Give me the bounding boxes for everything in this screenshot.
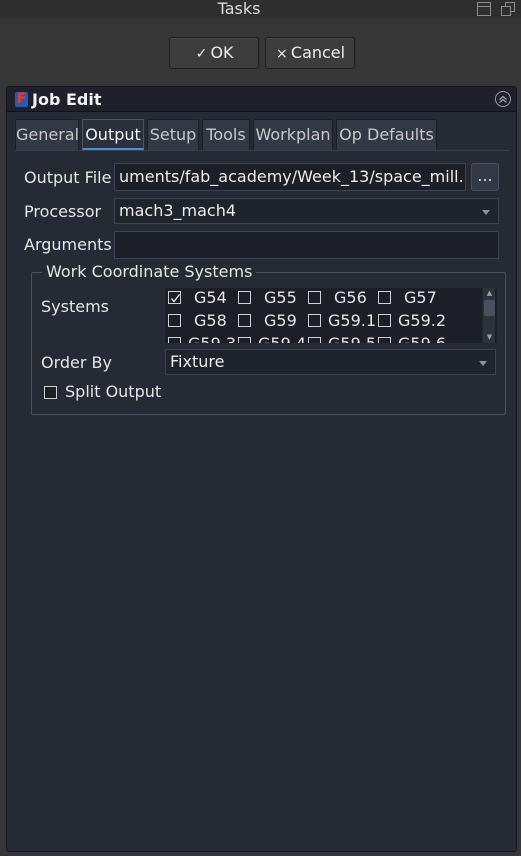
arguments-input[interactable]	[114, 231, 499, 259]
checkbox-g59-5[interactable]	[308, 337, 321, 343]
checkbox-label: G56	[334, 288, 367, 307]
checkbox-label: G57	[404, 288, 437, 307]
float-icon[interactable]	[500, 1, 516, 17]
output-file-input[interactable]: uments/fab_academy/Week_13/space_mill.nc	[114, 163, 466, 191]
tab-workplan[interactable]: Workplan	[253, 119, 333, 150]
panel-header: F Job Edit	[7, 87, 516, 112]
window-title-bar: Tasks	[0, 0, 521, 18]
checkbox-g59-3[interactable]	[168, 337, 181, 343]
scroll-up-icon[interactable]: ▲	[484, 288, 495, 298]
checkbox-label: G59.4	[258, 335, 306, 344]
output-file-label: Output File	[24, 168, 112, 187]
wcs-group-title: Work Coordinate Systems	[42, 263, 257, 281]
ok-button[interactable]: ✓ OK	[169, 37, 259, 69]
order-by-value: Fixture	[170, 352, 225, 371]
processor-value: mach3_mach4	[119, 201, 237, 220]
checkbox-g59[interactable]	[238, 314, 251, 327]
systems-scrollbar[interactable]: ▲ ▼	[482, 288, 495, 343]
checkbox-label: G54	[194, 288, 227, 307]
checkbox-label: G59.5	[328, 335, 376, 344]
window-title: Tasks	[217, 0, 261, 18]
checkbox-g59-2[interactable]	[378, 314, 391, 327]
split-output-label: Split Output	[65, 382, 162, 401]
browse-button[interactable]: ...	[471, 163, 499, 191]
output-tab-content: Output File uments/fab_academy/Week_13/s…	[15, 150, 509, 847]
job-edit-panel: F Job Edit General Output Setup Tools Wo…	[6, 86, 517, 852]
restore-icon[interactable]	[476, 1, 492, 17]
checkbox-label: G59.1	[328, 311, 377, 330]
checkbox-g59-1[interactable]	[308, 314, 321, 327]
order-by-combobox[interactable]: Fixture	[165, 349, 496, 375]
arguments-label: Arguments	[24, 235, 112, 254]
tab-general[interactable]: General	[15, 119, 79, 150]
wcs-groupbox: Work Coordinate Systems Systems G54 G55 …	[31, 263, 506, 415]
double-chevron-up-icon[interactable]	[494, 90, 512, 108]
panel-title: Job Edit	[32, 90, 102, 109]
cancel-label: Cancel	[290, 43, 346, 62]
x-icon: ×	[276, 46, 288, 62]
checkbox-g58[interactable]	[168, 314, 181, 327]
scroll-thumb[interactable]	[484, 300, 495, 316]
checkbox-g55[interactable]	[238, 291, 251, 304]
tab-setup[interactable]: Setup	[147, 119, 199, 150]
checkbox-g59-6[interactable]	[378, 337, 391, 343]
checkbox-label: G55	[264, 288, 297, 307]
checkbox-g59-4[interactable]	[238, 337, 251, 343]
checkbox-label: G59.6	[398, 335, 446, 344]
order-by-label: Order By	[41, 353, 112, 372]
systems-list: G54 G55 G56 G57 G58 G59 G59.1 G59.2 G59.…	[165, 288, 497, 343]
checkmark-icon	[170, 294, 181, 303]
processor-combobox[interactable]: mach3_mach4	[114, 198, 499, 224]
checkbox-g54[interactable]	[168, 291, 181, 304]
checkbox-label: G59	[264, 311, 297, 330]
chevron-down-icon	[479, 361, 487, 366]
ok-label: OK	[210, 43, 234, 62]
checkbox-g56[interactable]	[308, 291, 321, 304]
checkbox-label: G59.3	[188, 335, 236, 344]
systems-label: Systems	[41, 297, 109, 316]
checkmark-icon: ✓	[195, 46, 208, 62]
tab-tools[interactable]: Tools	[202, 119, 250, 150]
checkbox-g57[interactable]	[378, 291, 391, 304]
checkbox-label: G59.2	[398, 311, 447, 330]
checkbox-label: G58	[194, 311, 227, 330]
split-output-checkbox[interactable]	[44, 386, 57, 399]
cancel-button[interactable]: × Cancel	[265, 37, 355, 69]
chevron-down-icon	[482, 210, 490, 215]
tab-op-defaults[interactable]: Op Defaults	[336, 119, 437, 150]
tab-output[interactable]: Output	[82, 119, 144, 150]
scroll-down-icon[interactable]: ▼	[484, 332, 495, 342]
freecad-logo-icon: F	[15, 91, 28, 107]
processor-label: Processor	[24, 202, 102, 221]
